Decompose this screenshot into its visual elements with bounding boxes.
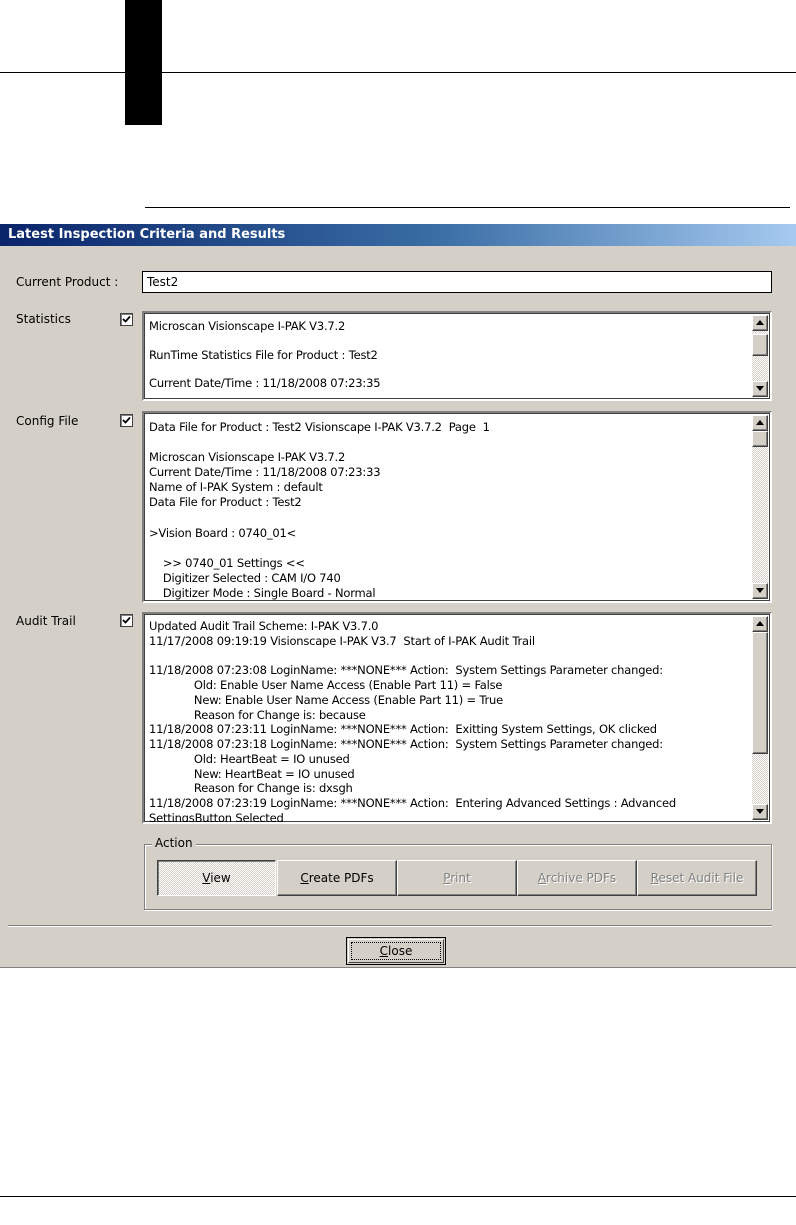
separator bbox=[8, 925, 772, 927]
scroll-up-icon[interactable] bbox=[752, 616, 768, 632]
checkmark-icon bbox=[122, 416, 131, 424]
print-button[interactable]: Print bbox=[397, 860, 517, 896]
statistics-text: Microscan Visionscape I-PAK V3.7.2 RunTi… bbox=[149, 319, 381, 391]
audit-trail-checkbox[interactable] bbox=[120, 614, 133, 627]
statistics-textbox[interactable]: Microscan Visionscape I-PAK V3.7.2 RunTi… bbox=[142, 311, 772, 401]
checkmark-icon bbox=[122, 616, 131, 624]
scroll-thumb[interactable] bbox=[752, 632, 768, 754]
scroll-down-icon[interactable] bbox=[752, 804, 768, 820]
config-file-text: Data File for Product : Test2 Visionscap… bbox=[149, 420, 490, 601]
page-footer-rule bbox=[0, 1196, 796, 1197]
page-header-rule bbox=[0, 72, 796, 73]
statistics-label: Statistics bbox=[16, 312, 71, 326]
inspection-results-dialog: Latest Inspection Criteria and Results C… bbox=[0, 224, 796, 968]
config-file-scrollbar[interactable] bbox=[752, 415, 768, 599]
scroll-up-icon[interactable] bbox=[752, 315, 768, 331]
config-file-label: Config File bbox=[16, 414, 79, 428]
scroll-down-icon[interactable] bbox=[752, 381, 768, 397]
create-pdfs-button[interactable]: Create PDFs bbox=[277, 860, 397, 896]
scroll-down-icon[interactable] bbox=[752, 583, 768, 599]
close-button[interactable]: Close bbox=[346, 937, 446, 965]
page-section-rule bbox=[145, 207, 790, 208]
view-button[interactable]: View bbox=[157, 860, 276, 896]
current-product-label: Current Product : bbox=[16, 275, 119, 289]
reset-audit-file-button[interactable]: Reset Audit File bbox=[637, 860, 757, 896]
current-product-field[interactable]: Test2 bbox=[142, 271, 772, 293]
audit-trail-text: Updated Audit Trail Scheme: I-PAK V3.7.0… bbox=[149, 619, 676, 824]
audit-trail-textbox[interactable]: Updated Audit Trail Scheme: I-PAK V3.7.0… bbox=[142, 612, 772, 824]
audit-trail-label: Audit Trail bbox=[16, 614, 76, 628]
scroll-up-icon[interactable] bbox=[752, 415, 768, 431]
close-button-label: Close bbox=[379, 944, 413, 958]
checkmark-icon bbox=[122, 315, 131, 323]
archive-pdfs-button[interactable]: Archive PDFs bbox=[517, 860, 637, 896]
scroll-thumb[interactable] bbox=[752, 334, 768, 356]
statistics-scrollbar[interactable] bbox=[752, 315, 768, 397]
audit-trail-scrollbar[interactable] bbox=[752, 616, 768, 820]
page-section-tab bbox=[125, 0, 162, 125]
action-group-label: Action bbox=[152, 836, 196, 850]
dialog-title: Latest Inspection Criteria and Results bbox=[0, 224, 796, 246]
scroll-thumb[interactable] bbox=[752, 431, 768, 447]
statistics-checkbox[interactable] bbox=[120, 313, 133, 326]
config-file-checkbox[interactable] bbox=[120, 414, 133, 427]
config-file-textbox[interactable]: Data File for Product : Test2 Visionscap… bbox=[142, 411, 772, 603]
